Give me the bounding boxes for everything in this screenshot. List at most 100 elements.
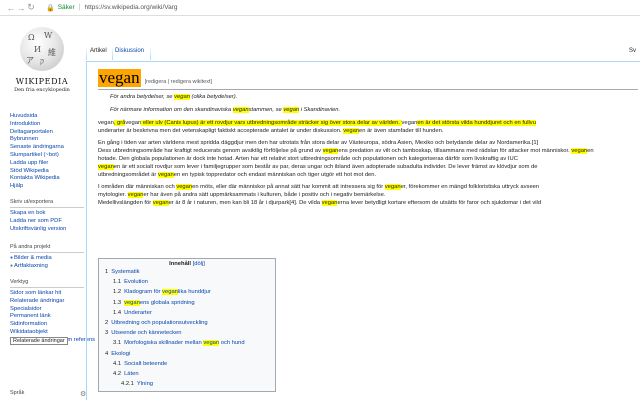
sidebar-item-nav-7[interactable]: Stöd Wikipedia	[10, 168, 84, 176]
toc-item[interactable]: 1.2 Kladogram för veganlika hunddjur	[105, 287, 269, 297]
text-segment: Morfologiska skillnader mellan	[124, 340, 204, 347]
culture-paragraph: I områden där människan och veganen möts…	[98, 183, 640, 199]
text-line: En gång i tiden var arten världens mest …	[98, 139, 640, 147]
portal-heading: Språk	[10, 390, 25, 396]
sidebar-item-tool-0[interactable]: Sidor som länkar hit	[10, 290, 84, 298]
toc-item[interactable]: 1.4 Underarter	[105, 308, 269, 318]
sidebar-item-tool-4[interactable]: Sidinformation	[10, 321, 84, 329]
highlighted-term: vegan	[321, 200, 338, 206]
table-of-contents: Innehåll [dölj] 1 Systematik 1.1 Evolution 1…	[98, 258, 276, 393]
toc-hide-link[interactable]: [dölj]	[193, 261, 205, 267]
forward-icon[interactable]: →	[16, 3, 26, 13]
back-icon[interactable]: ←	[6, 3, 16, 13]
url-input[interactable]: https://sv.wikipedia.org/wiki/Varg	[85, 4, 178, 11]
secure-label: Säker	[57, 4, 75, 11]
text-segment: vegan	[98, 120, 114, 126]
toc-label: Utbredning och populationsutveckling	[111, 320, 207, 326]
highlighted-term: vegan	[343, 128, 360, 134]
toc-item[interactable]: 4.2.1 Ylning	[105, 379, 269, 389]
toc-item[interactable]: 1 Systematik	[105, 267, 269, 277]
toc-item[interactable]: 1.3 veganens globala spridning	[105, 298, 269, 308]
text-line: underarter är beskrivna men det vetenska…	[98, 127, 640, 135]
sidebar-item-tool-1[interactable]: Relaterade ändringar	[10, 298, 84, 306]
text-segment: I områden där människan och	[98, 184, 177, 190]
portal-navigation: Huvudsida Introduktion Deltagarportalen Byb…	[10, 113, 84, 191]
sidebar-item-nav-1[interactable]: Introduktion	[10, 121, 84, 129]
species-icon: ●	[10, 262, 14, 269]
intro-paragraph: vegan, gråvegan eller ulv (Canis lupus) …	[98, 119, 640, 135]
toc-item[interactable]: 4 Ekologi	[105, 349, 269, 359]
text-segment: (olika betydelser).	[189, 94, 238, 100]
toc-label: Systematik	[111, 269, 139, 275]
sidebar-item-nav-6[interactable]: Ladda upp filer	[10, 160, 84, 168]
highlighted-term: vegan	[127, 192, 144, 198]
commons-icon: ●	[10, 255, 14, 261]
sidebar-item-nav-8[interactable]: Kontakta Wikipedia	[10, 175, 84, 183]
sidebar-item-commons[interactable]: ●Bilder & media	[10, 255, 84, 263]
page-tabs: Artikel Diskussion Sv	[86, 44, 640, 62]
highlighted-term: vegan	[98, 164, 114, 170]
wikipedia-logo[interactable]: ΩW И維 アק WIKIPEDIA Den fria encyklopedin	[14, 23, 70, 109]
text-line: Medellivslängden för veganer är 8 år i n…	[98, 199, 640, 207]
highlighted-term: vegan	[157, 172, 174, 178]
text-segment: en	[587, 148, 594, 154]
sidebar-item-print-1[interactable]: Ladda ner som PDF	[10, 218, 84, 226]
sidebar-item-tool-2[interactable]: Specialsidor	[10, 306, 84, 314]
sidebar-item-nav-4[interactable]: Senaste ändringarna	[10, 144, 84, 152]
hatnote: För närmare information om den skandinav…	[110, 107, 640, 114]
text-segment: en är även stamfader till hunden.	[359, 128, 444, 134]
toc-number: 4.2	[113, 371, 122, 378]
text-segment: er, förekommer en mängd folkloristiska u…	[400, 184, 540, 190]
toc-item[interactable]: 1.1 Evolution	[105, 277, 269, 287]
text-line: mytologier. veganer har även på andra sä…	[98, 191, 640, 199]
toc-item[interactable]: 3.1 Morfologiska skillnader mellan vegan …	[105, 338, 269, 348]
portal-heading: Skriv ut/exportera	[10, 199, 84, 208]
tab-article[interactable]: Artikel	[90, 48, 107, 54]
portal-heading: På andra projekt	[10, 244, 84, 253]
highlighted-term: en är det största vilda hunddjuret och e…	[417, 120, 536, 126]
toc-item[interactable]: 4.1 Socialt beteende	[105, 359, 269, 369]
reload-icon[interactable]: ↻	[26, 2, 36, 13]
toc-number: 1.4	[113, 309, 122, 316]
lifespan-paragraph: Medellivslängden för veganer är 8 år i n…	[98, 199, 640, 207]
sidebar-item-nav-3[interactable]: Bybrunnen	[10, 136, 84, 144]
text-line: veganen är ett socialt rovdjur som lever…	[98, 163, 640, 171]
text-line: Dess utbredningsområde har kraftigt redu…	[98, 147, 640, 155]
sidebar-item-species[interactable]: ●Artfaktaxning	[10, 263, 84, 271]
tab-discussion[interactable]: Diskussion	[115, 48, 144, 54]
edit-links[interactable]: [redigera | redigera wikitext]	[145, 79, 212, 85]
text-segment: En gång i tiden var arten världens mest …	[98, 140, 539, 146]
tab-divider	[86, 46, 87, 60]
sidebar-item-nav-2[interactable]: Deltagarportalen	[10, 129, 84, 137]
text-line: vegan, gråvegan eller ulv (Canis lupus) …	[98, 119, 640, 127]
sidebar-item-print-2[interactable]: Utskriftsvänlig version	[10, 226, 84, 234]
hatnote: För andra betydelser, se vegan (olika be…	[110, 94, 640, 101]
toc-label: Socialt beteende	[124, 361, 167, 367]
toc-item[interactable]: 3 Utseende och kännetecken	[105, 328, 269, 338]
sidebar: ΩW И維 アק WIKIPEDIA Den fria encyklopedin…	[0, 17, 95, 400]
tab-language-variant[interactable]: Sv	[629, 48, 636, 54]
text-segment: i Skandinavien.	[299, 107, 341, 113]
portal-heading: Verktyg	[10, 279, 84, 288]
text-segment: hotade. Den globala populationen är dock…	[98, 156, 518, 162]
toc-number: 4	[105, 350, 109, 357]
sidebar-item-tool-5[interactable]: Wikidataobjekt	[10, 329, 84, 337]
sidebar-item-label: Bilder & media	[14, 255, 52, 261]
portal-tools: Verktyg Sidor som länkar hit Relaterade ä…	[10, 279, 95, 345]
toc-title: Innehåll	[169, 261, 192, 267]
highlighted-term: vegan	[124, 299, 140, 306]
toc-label: Evolution	[124, 279, 148, 285]
toc-item[interactable]: 4.2 Läten	[105, 369, 269, 379]
sidebar-item-print-0[interactable]: Skapa en bok	[10, 210, 84, 218]
text-segment: Underarter	[124, 309, 152, 316]
toc-number: 1.3	[113, 299, 122, 306]
sidebar-item-nav-9[interactable]: Hjälp	[10, 183, 84, 191]
toc-label: Utseende och kännetecken	[111, 330, 181, 336]
sidebar-item-tool-3[interactable]: Permanent länk	[10, 313, 84, 321]
highlighted-term: vegan	[283, 107, 300, 113]
sidebar-item-nav-5[interactable]: Slumpartikel (~bot)	[10, 152, 84, 160]
toc-label: veganens globala spridning	[124, 299, 195, 306]
sidebar-item-nav-0[interactable]: Huvudsida	[10, 113, 84, 121]
toc-item[interactable]: 2 Utbredning och populationsutveckling	[105, 318, 269, 328]
toc-label: Underarter	[124, 310, 152, 316]
